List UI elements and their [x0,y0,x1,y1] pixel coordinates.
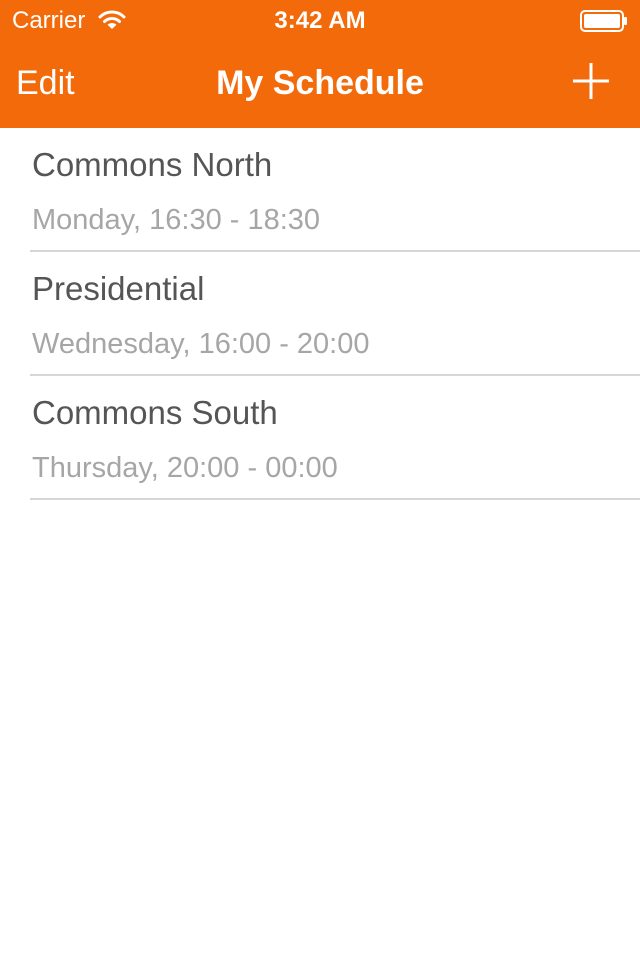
shift-time: Monday, 16:30 - 18:30 [32,204,321,236]
navigation-bar: Edit My Schedule [0,40,640,128]
plus-icon[interactable] [570,60,612,102]
schedule-list: Commons North Monday, 16:30 - 18:30 Pres… [0,128,640,500]
list-item[interactable]: Presidential Wednesday, 16:00 - 20:00 [0,252,640,376]
location-name: Presidential [32,270,205,307]
status-bar: Carrier 3:42 AM [0,0,640,40]
battery-icon [580,10,627,32]
list-item[interactable]: Commons North Monday, 16:30 - 18:30 [0,128,640,252]
status-time: 3:42 AM [274,7,366,34]
page-title: My Schedule [216,64,424,102]
shift-time: Wednesday, 16:00 - 20:00 [32,328,370,360]
list-item[interactable]: Commons South Thursday, 20:00 - 00:00 [0,376,640,500]
row-divider [30,498,640,500]
edit-button[interactable]: Edit [16,64,75,103]
location-name: Commons North [32,146,273,183]
header-background: Carrier 3:42 AM Edit My Schedule [0,0,640,128]
location-name: Commons South [32,394,278,431]
shift-time: Thursday, 20:00 - 00:00 [32,452,338,484]
